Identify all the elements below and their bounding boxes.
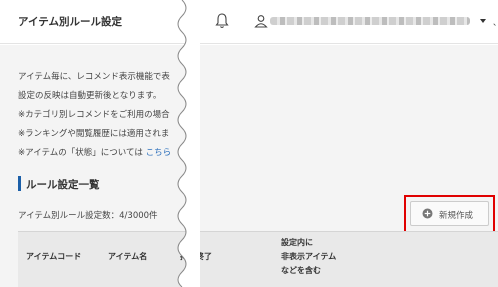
right-pane: [183, 45, 498, 287]
bell-icon[interactable]: [214, 12, 230, 30]
app-header: アイテム別ルール設定 、: [0, 0, 498, 44]
column-header-item-name: アイテム名: [108, 252, 148, 261]
section-accent-bar: [18, 176, 21, 191]
column-header-item-code: アイテムコード: [26, 252, 82, 261]
description-line-text: ※アイテムの「状態」については: [18, 148, 146, 158]
page-title: アイテム別ルール設定: [18, 16, 122, 28]
description-line: アイテム毎に、レコメンド表示機能で表: [18, 72, 170, 82]
description-line: ※カテゴリ別レコメンドをご利用の場合: [18, 110, 170, 120]
chevron-down-icon[interactable]: [480, 19, 486, 23]
user-name-redacted[interactable]: [270, 17, 470, 25]
description-line: ※ランキングや閲覧履歴には適用されま: [18, 129, 170, 139]
description-line-status: ※アイテムの「状態」については こちら: [18, 148, 171, 159]
rule-count: アイテム別ルール設定数：4/3000件: [18, 211, 158, 221]
user-icon[interactable]: [254, 14, 268, 28]
description-line: 設定の反映は自動更新後となります。: [18, 91, 162, 101]
section-title: ルール設定一覧: [26, 179, 100, 191]
header-trailing-char: 、: [493, 17, 498, 28]
